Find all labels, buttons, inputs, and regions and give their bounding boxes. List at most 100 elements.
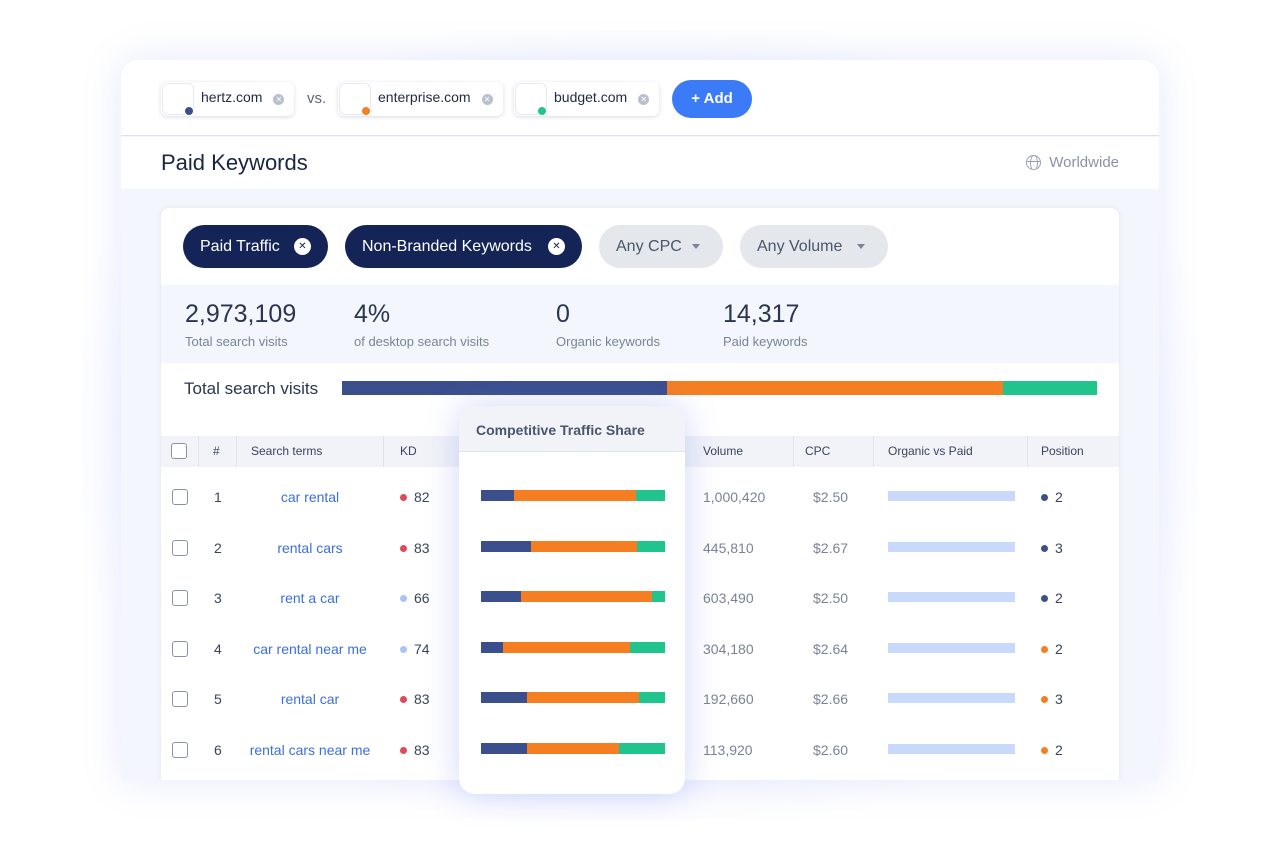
competitor-bar: hertz.com ✕ vs. enterprise.com ✕ budget.…: [121, 60, 1159, 136]
position-cell: 3: [1041, 540, 1063, 556]
traffic-segment-enterprise: [666, 381, 1003, 395]
filter-non-branded-keywords[interactable]: Non-Branded Keywords ✕: [345, 225, 582, 268]
row-checkbox[interactable]: [172, 539, 188, 556]
volume-value: 192,660: [703, 691, 754, 708]
filter-paid-traffic[interactable]: Paid Traffic ✕: [183, 225, 328, 268]
stat-desktop-share: 4% of desktop search visits: [354, 300, 489, 349]
cpc-value: $2.64: [813, 640, 849, 657]
row-number: 4: [214, 640, 222, 657]
position-value: 2: [1055, 590, 1063, 607]
organic-vs-paid-bar: [888, 491, 1015, 501]
volume-value: 1,000,420: [703, 489, 766, 505]
filter-cpc-dropdown[interactable]: Any CPC: [599, 225, 723, 268]
cpc-value: $2.67: [813, 539, 849, 556]
search-term-link[interactable]: rent a car: [236, 590, 384, 606]
kd-cell: 83: [400, 691, 430, 707]
region-selector[interactable]: Worldwide: [1026, 154, 1119, 171]
kd-dot-icon: [400, 747, 407, 754]
filter-label: Non-Branded Keywords: [362, 238, 532, 255]
organic-vs-paid-bar: [888, 592, 1015, 603]
organic-vs-paid-bar: [888, 642, 1015, 653]
row-checkbox[interactable]: [172, 640, 188, 657]
filter-label: Any CPC: [616, 238, 682, 255]
stat-label: Total search visits: [185, 334, 288, 349]
stat-value: 4%: [354, 300, 391, 328]
position-dot-icon: [1041, 494, 1048, 501]
cpc-value: $2.50: [813, 489, 849, 505]
add-competitor-button[interactable]: + Add: [672, 80, 752, 118]
share-segment-hertz: [481, 591, 522, 603]
volume-value: 304,180: [703, 640, 754, 657]
kd-dot-icon: [400, 696, 407, 704]
stat-label: of desktop search visits: [354, 334, 490, 349]
competitor-name: budget.com: [554, 89, 628, 105]
site-favicon-icon: [516, 84, 547, 116]
organic-vs-paid-bar: [888, 693, 1015, 704]
row-checkbox[interactable]: [172, 590, 188, 607]
row-number: 3: [214, 590, 222, 607]
filter-volume-dropdown[interactable]: Any Volume: [740, 225, 888, 268]
search-term-link[interactable]: car rental: [236, 489, 384, 505]
share-segment-hertz: [481, 692, 527, 704]
kd-cell: 74: [400, 641, 430, 657]
stats-strip: 2,973,109 Total search visits 4% of desk…: [161, 285, 1119, 363]
filter-label: Paid Traffic: [200, 238, 280, 255]
kd-dot-icon: [400, 494, 407, 501]
column-header-search-terms[interactable]: Search terms: [251, 436, 322, 467]
traffic-segment-hertz: [342, 381, 667, 395]
cpc-value: $2.50: [813, 590, 849, 607]
competitor-chip-hertz[interactable]: hertz.com ✕: [161, 82, 295, 116]
row-checkbox[interactable]: [172, 691, 188, 708]
stat-organic-keywords: 0 Organic keywords: [556, 300, 660, 349]
organic-vs-paid-bar: [888, 541, 1015, 552]
remove-filter-icon[interactable]: ✕: [548, 238, 565, 255]
share-segment-budget: [639, 692, 665, 704]
column-divider: [873, 436, 874, 467]
traffic-share-bar: [481, 692, 665, 704]
column-header-kd[interactable]: KD: [400, 436, 417, 467]
remove-competitor-icon[interactable]: ✕: [481, 93, 493, 105]
region-label: Worldwide: [1049, 154, 1119, 171]
position-dot-icon: [1041, 696, 1048, 704]
select-all-checkbox[interactable]: [171, 443, 187, 459]
remove-competitor-icon[interactable]: ✕: [273, 93, 285, 105]
remove-competitor-icon[interactable]: ✕: [638, 93, 650, 105]
search-term-link[interactable]: rental cars: [236, 540, 384, 556]
column-header-position[interactable]: Position: [1041, 436, 1084, 467]
row-checkbox[interactable]: [172, 489, 188, 505]
share-segment-hertz: [481, 490, 515, 501]
column-header-organic-vs-paid[interactable]: Organic vs Paid: [888, 436, 973, 467]
site-favicon-icon: [340, 84, 371, 116]
column-divider: [793, 436, 794, 467]
share-segment-enterprise: [503, 641, 631, 653]
popup-title: Competitive Traffic Share: [459, 406, 685, 452]
row-number: 5: [214, 691, 222, 708]
competitor-chip-budget[interactable]: budget.com ✕: [514, 82, 660, 116]
volume-value: 113,920: [703, 742, 753, 758]
position-cell: 3: [1041, 691, 1063, 707]
search-term-link[interactable]: car rental near me: [236, 641, 384, 657]
column-header-cpc[interactable]: CPC: [805, 436, 830, 467]
share-segment-budget: [635, 490, 665, 501]
total-search-visits-label: Total search visits: [184, 379, 319, 398]
share-segment-hertz: [481, 540, 531, 552]
share-segment-budget: [630, 641, 665, 653]
kd-dot-icon: [400, 645, 407, 653]
cpc-value: $2.60: [813, 742, 849, 758]
stat-total-search-visits: 2,973,109 Total search visits: [185, 300, 296, 349]
search-term-link[interactable]: rental car: [236, 691, 384, 707]
kd-dot-icon: [400, 544, 407, 552]
kd-cell: 82: [400, 489, 430, 505]
kd-dot-icon: [400, 595, 407, 603]
kd-value: 83: [414, 691, 430, 708]
remove-filter-icon[interactable]: ✕: [294, 238, 311, 255]
row-number: 6: [214, 742, 222, 758]
row-checkbox[interactable]: [172, 742, 188, 758]
competitor-color-dot: [184, 106, 194, 116]
search-term-link[interactable]: rental cars near me: [236, 742, 384, 758]
column-header-volume[interactable]: Volume: [703, 436, 743, 467]
competitor-chip-enterprise[interactable]: enterprise.com ✕: [338, 82, 503, 116]
position-value: 3: [1055, 691, 1063, 708]
stat-value: 2,973,109: [185, 300, 297, 328]
share-segment-budget: [652, 591, 665, 603]
